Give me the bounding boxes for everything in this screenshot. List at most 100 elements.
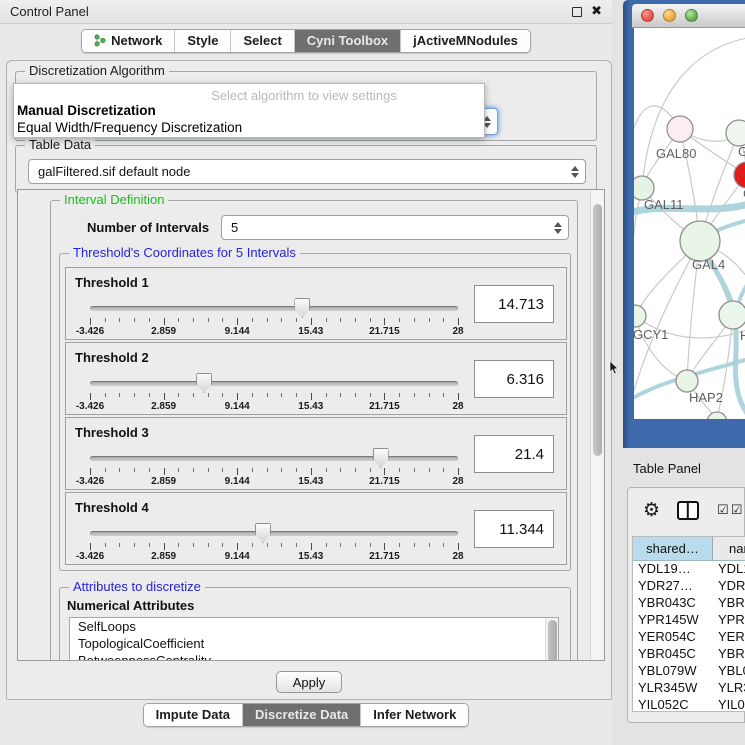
tab-discretize-data[interactable]: Discretize Data [242, 704, 360, 726]
tab-select[interactable]: Select [230, 30, 293, 52]
tab-label: jActiveMNodules [413, 33, 518, 48]
network-edge[interactable] [642, 38, 745, 188]
tab-impute-data[interactable]: Impute Data [144, 704, 242, 726]
tab-cyni-toolbox[interactable]: Cyni Toolbox [294, 30, 400, 52]
table-row[interactable]: YBR043CYBR0 [633, 595, 745, 612]
tab-style[interactable]: Style [174, 30, 230, 52]
checkbox-icon[interactable]: ☑ [731, 503, 743, 518]
threshold-value-field[interactable]: 6.316 [474, 360, 554, 398]
float-panel-icon[interactable] [572, 7, 582, 17]
attribute-item-topologicalcoefficient[interactable]: TopologicalCoefficient [70, 635, 558, 652]
panel-scrollbar[interactable] [590, 190, 604, 660]
tab-infer-network[interactable]: Infer Network [360, 704, 468, 726]
attribute-item-selfloops[interactable]: SelfLoops [70, 618, 558, 635]
threshold-panel: Threshold 2 -3.4262.8599.14415.4321.71528… [65, 342, 567, 415]
gear-icon[interactable]: ⚙ [643, 499, 660, 521]
threshold-slider[interactable]: -3.4262.8599.14415.4321.71528 [90, 301, 458, 337]
threshold-slider[interactable]: -3.4262.8599.14415.4321.71528 [90, 376, 458, 412]
group-title: Discretization Algorithm [25, 64, 169, 78]
table-cell[interactable]: YBR0 [713, 646, 745, 663]
table-cell[interactable]: YLR3 [713, 680, 745, 697]
table-cell[interactable]: YIL052C [633, 697, 713, 712]
slider-thumb[interactable] [255, 523, 271, 543]
network-node[interactable] [734, 162, 745, 188]
tick-label: -3.426 [76, 551, 104, 562]
columns-icon[interactable] [677, 501, 699, 520]
network-node[interactable] [634, 305, 646, 327]
slider-thumb[interactable] [373, 448, 389, 468]
mac-minimize-button[interactable] [663, 9, 676, 22]
network-canvas[interactable]: GAL80GACGAL11GAL4GCY1HHAP2 [634, 28, 745, 419]
network-node[interactable] [707, 412, 727, 419]
threshold-slider[interactable]: -3.4262.8599.14415.4321.71528 [90, 526, 458, 562]
tick-mark [355, 468, 356, 472]
table-cell[interactable]: YIL0 [713, 697, 745, 712]
stepper-arrows-icon [548, 222, 562, 234]
network-node[interactable] [726, 120, 745, 146]
slider-track[interactable] [90, 456, 458, 461]
table-data-select[interactable]: galFiltered.sif default node [28, 159, 586, 184]
threshold-value-field[interactable]: 11.344 [474, 510, 554, 548]
threshold-slider[interactable]: -3.4262.8599.14415.4321.71528 [90, 451, 458, 487]
threshold-value-field[interactable]: 21.4 [474, 435, 554, 473]
network-node[interactable] [719, 301, 745, 329]
column-header-name[interactable]: name [713, 537, 745, 560]
scrollbar-thumb[interactable] [593, 204, 602, 456]
table-cell[interactable]: YDL1 [713, 561, 745, 578]
table-cell[interactable]: YBR0 [713, 595, 745, 612]
table-cell[interactable]: YBR045C [633, 646, 713, 663]
table-cell[interactable]: YBR043C [633, 595, 713, 612]
close-icon[interactable]: ✖ [591, 7, 602, 17]
table-row[interactable]: YBR045CYBR0 [633, 646, 745, 663]
algorithm-option-manual-discretization[interactable]: Manual Discretization [17, 103, 156, 118]
network-node[interactable] [680, 221, 720, 261]
table-cell[interactable]: YBL079W [633, 663, 713, 680]
slider-track[interactable] [90, 531, 458, 536]
tick-mark [222, 393, 223, 397]
list-scrollbar[interactable] [545, 618, 558, 661]
table-row[interactable]: YIL052CYIL0 [633, 697, 745, 712]
group-title: Interval Definition [60, 193, 168, 207]
node-table[interactable]: shared…name YDL19…YDL1YDR27…YDR2YBR043CY… [632, 536, 745, 712]
table-row[interactable]: YBL079WYBL0 [633, 663, 745, 680]
mac-zoom-button[interactable] [685, 9, 698, 22]
threshold-value-field[interactable]: 14.713 [474, 285, 554, 323]
table-cell[interactable]: YDL19… [633, 561, 713, 578]
number-of-intervals-select[interactable]: 5 [221, 215, 569, 240]
table-cell[interactable]: YLR345W [633, 680, 713, 697]
network-window-titlebar[interactable] [632, 4, 745, 28]
table-row[interactable]: YPR145WYPR1 [633, 612, 745, 629]
slider-track[interactable] [90, 381, 458, 386]
apply-button[interactable]: Apply [276, 671, 342, 693]
tab-jactivemnodules[interactable]: jActiveMNodules [400, 30, 530, 52]
numerical-attributes-list[interactable]: SelfLoopsTopologicalCoefficientBetweenne… [69, 617, 559, 661]
tick-mark [384, 393, 385, 400]
table-cell[interactable]: YDR2 [713, 578, 745, 595]
network-edge[interactable] [635, 316, 687, 381]
table-cell[interactable]: YPR145W [633, 612, 713, 629]
table-cell[interactable]: YER054C [633, 629, 713, 646]
slider-track[interactable] [90, 306, 458, 311]
slider-thumb[interactable] [294, 298, 310, 318]
tab-network[interactable]: Network [82, 30, 174, 52]
table-cell[interactable]: YDR27… [633, 578, 713, 595]
table-cell[interactable]: YER0 [713, 629, 745, 646]
tick-mark [443, 318, 444, 322]
table-row[interactable]: YDL19…YDL1 [633, 561, 745, 578]
table-cell[interactable]: YPR1 [713, 612, 745, 629]
attribute-item-betweennesscentrality[interactable]: BetweennessCentrality [70, 652, 558, 661]
slider-thumb[interactable] [196, 373, 212, 393]
table-row[interactable]: YDR27…YDR2 [633, 578, 745, 595]
threshold-label: Threshold 2 [75, 350, 149, 365]
network-node[interactable] [667, 116, 693, 142]
table-row[interactable]: YLR345WYLR3 [633, 680, 745, 697]
column-header-shared-[interactable]: shared… [633, 537, 713, 560]
algorithm-option-equal-width-frequency-discretization[interactable]: Equal Width/Frequency Discretization [17, 120, 242, 135]
mac-close-button[interactable] [641, 9, 654, 22]
table-cell[interactable]: YBL0 [713, 663, 745, 680]
tick-mark [90, 543, 91, 550]
network-node[interactable] [676, 370, 698, 392]
threshold-label: Threshold 4 [75, 500, 149, 515]
checkbox-icon[interactable]: ☑ [717, 503, 729, 518]
table-row[interactable]: YER054CYER0 [633, 629, 745, 646]
